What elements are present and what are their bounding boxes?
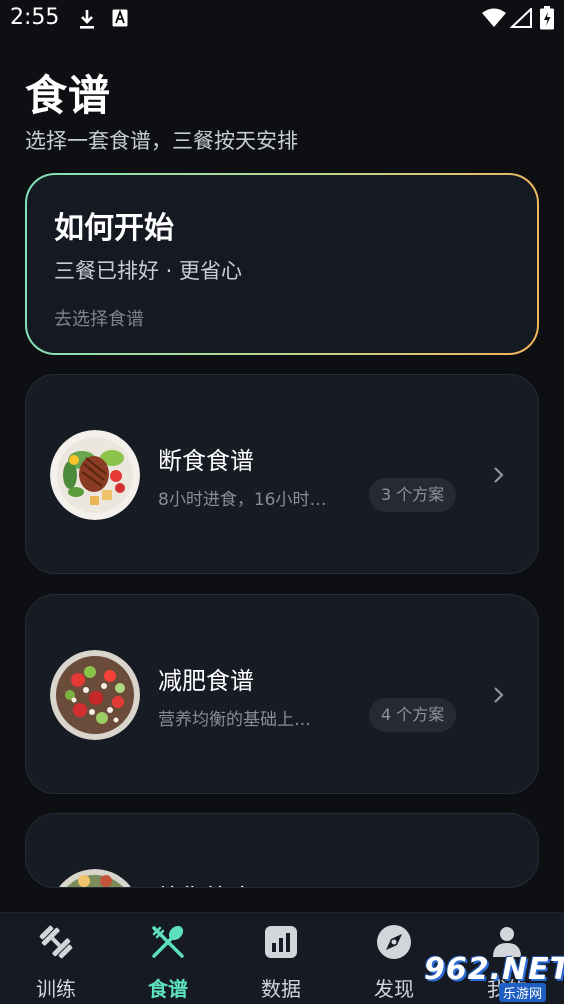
nav-label: 数据: [261, 977, 301, 1001]
status-time: 2:55: [10, 5, 60, 30]
download-icon: [80, 10, 94, 29]
nav-label: 训练: [36, 977, 76, 1001]
start-card-subtitle: 三餐已排好 · 更省心: [54, 259, 243, 283]
nav-item-training[interactable]: 训练: [0, 913, 112, 1004]
recipe-card-weight-loss[interactable]: 减肥食谱 营养均衡的基础上… 4 个方案: [25, 594, 539, 794]
nav-label: 食谱: [148, 977, 188, 1001]
choose-recipe-link[interactable]: 去选择食谱: [54, 305, 144, 331]
recipe-name: 减肥食谱: [158, 667, 254, 695]
recipe-card-fasting[interactable]: 断食食谱 8小时进食，16小时… 3 个方案: [25, 374, 539, 574]
how-to-start-card-body: 如何开始 三餐已排好 · 更省心 去选择食谱: [27, 175, 537, 353]
wifi-icon: [482, 8, 506, 27]
recipe-description: 8小时进食，16小时…: [158, 490, 327, 510]
signal-icon: [510, 8, 532, 28]
page-subtitle: 选择一套食谱，三餐按天安排: [25, 129, 298, 153]
status-bar: 2:55: [0, 0, 564, 40]
fork-spoon-icon: [152, 925, 184, 958]
dumbbell-icon: [39, 925, 73, 959]
notification-a-icon: [112, 9, 128, 27]
recipe-description: 营养均衡的基础上…: [158, 710, 311, 730]
nav-item-recipes[interactable]: 食谱: [112, 913, 224, 1004]
page-title: 食谱: [25, 71, 112, 120]
nav-item-data[interactable]: 数据: [225, 913, 337, 1004]
recipe-name: 均衡饮食: [158, 878, 254, 887]
chevron-right-icon: [494, 467, 504, 483]
start-card-title: 如何开始: [54, 211, 174, 246]
recipe-image-fasting: [50, 430, 140, 520]
chart-icon: [265, 926, 297, 958]
site-watermark: 962.NET 乐游网: [424, 950, 564, 1002]
battery-icon: [540, 6, 554, 30]
how-to-start-card[interactable]: 如何开始 三餐已排好 · 更省心 去选择食谱: [25, 173, 539, 355]
watermark-text: 962.NET: [424, 952, 564, 987]
recipe-image-weight-loss: [50, 650, 140, 740]
plan-count-badge: 4 个方案: [369, 698, 457, 732]
recipe-card-balanced[interactable]: 均衡饮食: [25, 813, 539, 888]
recipe-name: 断食食谱: [158, 447, 254, 475]
watermark-subtext: 乐游网: [499, 983, 547, 1002]
recipe-image-balanced: [59, 869, 131, 887]
plan-count-badge: 3 个方案: [369, 478, 457, 512]
recipes-screen: 2:55 食谱 选择一套食谱，三餐按天安排 如何开始 三餐已排好 · 更省心 去…: [0, 0, 564, 1004]
compass-icon: [377, 925, 411, 959]
chevron-right-icon: [494, 687, 504, 703]
